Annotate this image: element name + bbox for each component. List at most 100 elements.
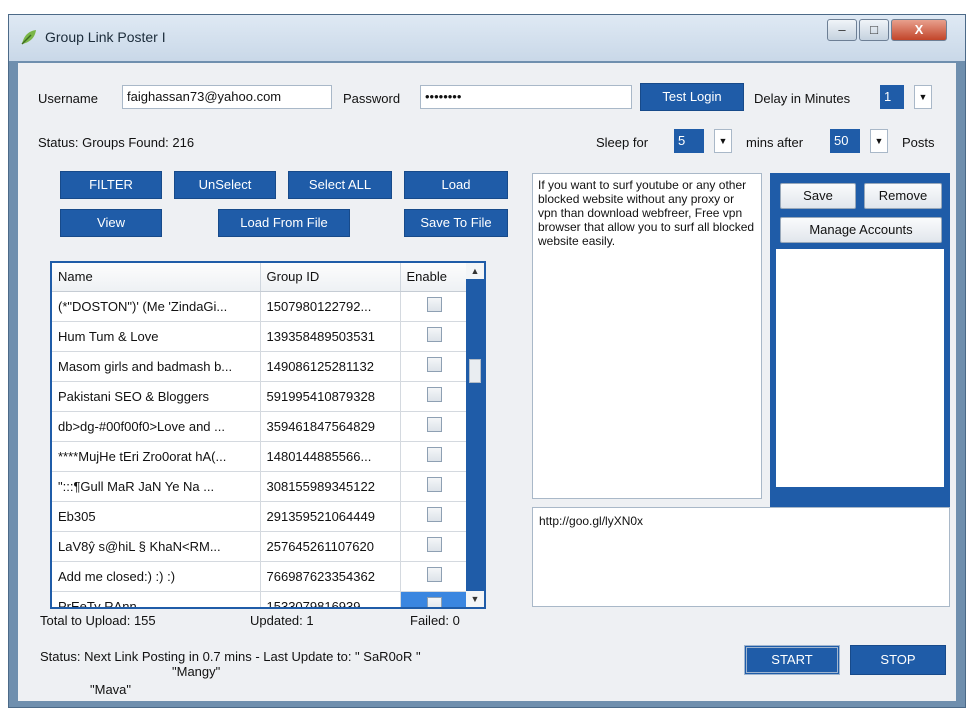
- row-enable: [400, 471, 469, 502]
- posts-label: Posts: [902, 135, 935, 150]
- enable-checkbox[interactable]: [426, 477, 442, 492]
- unselect-button[interactable]: UnSelect: [174, 171, 276, 199]
- table-header-row: Name Group ID Enable: [52, 263, 469, 292]
- scroll-up-arrow-icon[interactable]: ▲: [466, 263, 484, 279]
- delay-dropdown[interactable]: 1 ▼: [880, 85, 936, 109]
- app-leaf-icon: [21, 30, 36, 45]
- failed-count: Failed: 0: [410, 613, 460, 628]
- close-button[interactable]: X: [891, 19, 947, 41]
- accounts-list[interactable]: [776, 249, 944, 487]
- row-name: PrEeTy RAnn: [52, 591, 261, 607]
- info-textbox[interactable]: If you want to surf youtube or any other…: [532, 173, 762, 499]
- row-group-id: 139358489503531: [260, 321, 401, 352]
- enable-checkbox[interactable]: [426, 297, 442, 312]
- test-login-button[interactable]: Test Login: [640, 83, 744, 111]
- row-enable-selected: [400, 591, 469, 607]
- password-field[interactable]: ••••••••: [420, 85, 632, 109]
- table-row[interactable]: Hum Tum & Love 139358489503531: [52, 321, 469, 352]
- enable-checkbox[interactable]: [426, 507, 442, 522]
- enable-checkbox[interactable]: [426, 567, 442, 582]
- updated-count: Updated: 1: [250, 613, 314, 628]
- enable-checkbox[interactable]: [426, 387, 442, 402]
- scroll-thumb[interactable]: [469, 359, 481, 383]
- posting-status: Status: Next Link Posting in 0.7 mins - …: [40, 649, 421, 664]
- chevron-down-icon: ▼: [714, 129, 732, 153]
- table-row[interactable]: db>dg-#00f00f0>Love and ... 3594618475648…: [52, 411, 469, 442]
- sleep-dropdown[interactable]: 5 ▼: [674, 129, 738, 153]
- row-group-id: 591995410879328: [260, 381, 401, 412]
- posts-dropdown[interactable]: 50 ▼: [830, 129, 892, 153]
- stop-button[interactable]: STOP: [850, 645, 946, 675]
- maximize-button[interactable]: □: [859, 19, 889, 41]
- row-name: Add me closed:) :) :): [52, 561, 261, 592]
- table-row[interactable]: Pakistani SEO & Bloggers 591995410879328: [52, 381, 469, 412]
- table-row[interactable]: PrEeTy RAnn 1533079816939...: [52, 591, 469, 607]
- row-name: Pakistani SEO & Bloggers: [52, 381, 261, 412]
- filter-button[interactable]: FILTER: [60, 171, 162, 199]
- row-enable: [400, 441, 469, 472]
- table-row[interactable]: (*"DOSTON")' (Me 'ZindaGi... 150798012279…: [52, 291, 469, 322]
- row-name: (*"DOSTON")' (Me 'ZindaGi...: [52, 291, 261, 322]
- row-enable: [400, 321, 469, 352]
- table-row[interactable]: ****MujHe tEri Zro0orat hA(... 1480144885…: [52, 441, 469, 472]
- row-group-id: 1480144885566...: [260, 441, 401, 472]
- table-row[interactable]: ":::¶Gull MaR JaN Ye Na ... 3081559893451…: [52, 471, 469, 502]
- row-enable: [400, 501, 469, 532]
- row-name: ":::¶Gull MaR JaN Ye Na ...: [52, 471, 261, 502]
- save-to-file-button[interactable]: Save To File: [404, 209, 508, 237]
- enable-checkbox[interactable]: [426, 417, 442, 432]
- scroll-down-arrow-icon[interactable]: ▼: [466, 591, 484, 607]
- select-all-button[interactable]: Select ALL: [288, 171, 392, 199]
- load-button[interactable]: Load: [404, 171, 508, 199]
- minimize-button[interactable]: –: [827, 19, 857, 41]
- posts-value: 50: [830, 129, 860, 153]
- row-enable: [400, 411, 469, 442]
- column-header-name[interactable]: Name: [52, 263, 261, 292]
- table-row[interactable]: Masom girls and badmash b... 149086125281…: [52, 351, 469, 382]
- table-row[interactable]: Eb305 291359521064449: [52, 501, 469, 532]
- table-row[interactable]: Add me closed:) :) :) 766987623354362: [52, 561, 469, 592]
- groups-status: Status: Groups Found: 216: [38, 135, 195, 150]
- username-field[interactable]: faighassan73@yahoo.com: [122, 85, 332, 109]
- app-window: Group Link Poster I – □ X Username faigh…: [8, 14, 966, 708]
- start-button[interactable]: START: [744, 645, 840, 675]
- row-enable: [400, 381, 469, 412]
- row-group-id: 257645261107620: [260, 531, 401, 562]
- manage-accounts-button[interactable]: Manage Accounts: [780, 217, 942, 243]
- status-name-3: "Mava": [90, 682, 132, 697]
- table-scrollbar[interactable]: ▲ ▼: [466, 263, 484, 607]
- accounts-panel: Save Remove Manage Accounts: [770, 173, 950, 507]
- row-name: Hum Tum & Love: [52, 321, 261, 352]
- column-header-group-id[interactable]: Group ID: [260, 263, 401, 292]
- row-group-id: 308155989345122: [260, 471, 401, 502]
- row-name: Eb305: [52, 501, 261, 532]
- row-group-id: 1507980122792...: [260, 291, 401, 322]
- remove-account-button[interactable]: Remove: [864, 183, 942, 209]
- save-account-button[interactable]: Save: [780, 183, 856, 209]
- total-to-upload: Total to Upload: 155: [40, 613, 156, 628]
- view-button[interactable]: View: [60, 209, 162, 237]
- enable-checkbox[interactable]: [426, 357, 442, 372]
- enable-checkbox[interactable]: [426, 327, 442, 342]
- enable-checkbox[interactable]: [426, 537, 442, 552]
- load-from-file-button[interactable]: Load From File: [218, 209, 350, 237]
- row-enable: [400, 531, 469, 562]
- enable-checkbox[interactable]: [426, 597, 442, 607]
- chevron-down-icon: ▼: [870, 129, 888, 153]
- column-header-enable[interactable]: Enable: [400, 263, 469, 292]
- status-name-2: "Mangy": [172, 664, 221, 679]
- sleep-value: 5: [674, 129, 704, 153]
- row-group-id: 149086125281132: [260, 351, 401, 382]
- row-name: LaV8ŷ s@hiL § KhaN<RM...: [52, 531, 261, 562]
- row-enable: [400, 291, 469, 322]
- mins-after-label: mins after: [746, 135, 804, 150]
- chevron-down-icon: ▼: [914, 85, 932, 109]
- row-enable: [400, 351, 469, 382]
- link-textbox[interactable]: http://goo.gl/lyXN0x: [532, 507, 950, 607]
- table-row[interactable]: LaV8ŷ s@hiL § KhaN<RM... 257645261107620: [52, 531, 469, 562]
- groups-table: Name Group ID Enable (*"DOSTON")' (Me 'Z…: [50, 261, 486, 609]
- row-enable: [400, 561, 469, 592]
- window-title: Group Link Poster I: [45, 29, 166, 45]
- title-bar: Group Link Poster I – □ X: [9, 15, 965, 61]
- enable-checkbox[interactable]: [426, 447, 442, 462]
